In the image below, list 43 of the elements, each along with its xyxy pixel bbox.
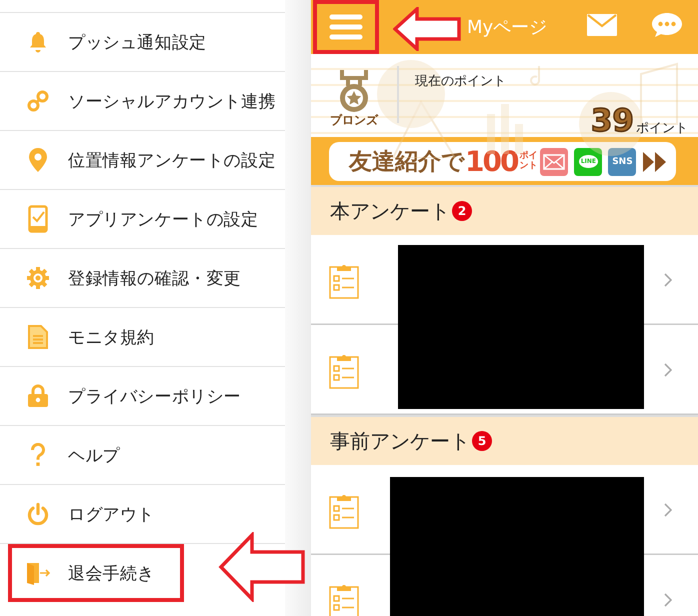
banner-unit: ント	[519, 162, 538, 171]
points-value: 39	[590, 106, 634, 137]
menu-item[interactable]: アプリアンケートの設定	[0, 190, 285, 248]
menu-item[interactable]: 位置情報アンケートの設定	[0, 131, 285, 189]
exit-door-icon	[25, 561, 51, 585]
link-icon	[26, 89, 50, 113]
phone-check-icon	[28, 205, 48, 233]
menu-item[interactable]: プライバシーポリシー	[0, 367, 285, 425]
section-title: 事前アンケート	[330, 428, 470, 454]
banner-text: 友達紹介で	[349, 148, 465, 177]
menu-icon	[329, 13, 363, 41]
menu-item[interactable]: ソーシャルアカウント連携	[0, 72, 285, 130]
chevron-right-icon	[664, 273, 672, 287]
menu-button[interactable]	[313, 0, 379, 54]
menu-item[interactable]: ヘルプ	[0, 426, 285, 484]
points-caption: 現在のポイント	[415, 73, 507, 90]
power-icon	[26, 502, 50, 526]
rank-label: ブロンズ	[330, 112, 378, 129]
menu-item[interactable]: モニタ規約	[0, 308, 285, 366]
document-icon	[28, 325, 48, 349]
chevron-right-icon	[664, 363, 672, 377]
chevron-right-icon	[664, 593, 672, 607]
padlock-icon	[27, 384, 49, 408]
count-badge: 5	[472, 431, 492, 451]
question-icon	[30, 443, 46, 467]
mail-share-icon	[540, 148, 568, 176]
points-unit: ポイント	[636, 120, 688, 137]
section-title: 本アンケート	[330, 198, 450, 224]
chevron-right-icon	[664, 503, 672, 517]
gear-icon	[26, 266, 50, 290]
menu-item[interactable]: ログアウト	[0, 485, 285, 543]
location-pin-icon	[26, 147, 50, 173]
menu-item[interactable]: 退会手続き	[8, 544, 184, 602]
banner-unit: ポイ	[519, 152, 538, 162]
double-arrow-icon	[642, 150, 668, 172]
menu-item[interactable]: 登録情報の確認・変更	[0, 249, 285, 307]
annotation-arrow	[393, 7, 461, 51]
menu-item[interactable]: プッシュ通知設定	[0, 13, 285, 71]
sns-share-button[interactable]: SNS	[608, 148, 636, 176]
count-badge: 2	[452, 201, 472, 221]
page-title: Myページ	[467, 16, 548, 39]
survey-row[interactable]	[311, 325, 698, 415]
banner-amount: 100	[465, 145, 518, 178]
